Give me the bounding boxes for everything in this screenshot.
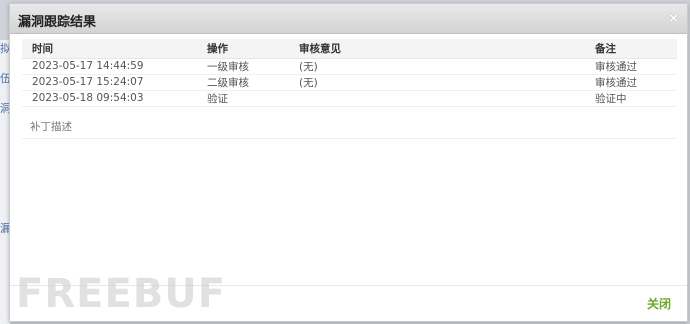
cell-action: 一级审核 bbox=[197, 58, 289, 75]
column-header-review-opinion: 审核意见 bbox=[289, 39, 585, 59]
close-button[interactable]: 关闭 bbox=[647, 295, 671, 312]
table-row: 2023-05-17 15:24:07 二级审核 (无) 审核通过 bbox=[22, 74, 677, 91]
column-header-action: 操作 bbox=[197, 39, 289, 59]
cell-review-opinion: (无) bbox=[289, 58, 585, 75]
table-row: 2023-05-17 14:44:59 一级审核 (无) 审核通过 bbox=[22, 58, 677, 75]
cell-remarks: 验证中 bbox=[585, 90, 677, 107]
cell-time: 2023-05-17 14:44:59 bbox=[22, 58, 197, 75]
table-header-row: 时间 操作 审核意见 备注 bbox=[22, 39, 677, 59]
freebuf-watermark-logo: FREEBUF bbox=[16, 271, 227, 317]
cell-remarks: 审核通过 bbox=[585, 74, 677, 91]
cell-time: 2023-05-18 09:54:03 bbox=[22, 90, 197, 107]
cell-review-opinion: (无) bbox=[289, 74, 585, 91]
cell-time: 2023-05-17 15:24:07 bbox=[22, 74, 197, 91]
cell-action: 验证 bbox=[197, 90, 289, 107]
cell-action: 二级审核 bbox=[197, 74, 289, 91]
vulnerability-tracking-dialog: 漏洞跟踪结果 × 时间 操作 审核意见 备注 2023-05-17 14:44:… bbox=[9, 3, 688, 322]
table-row: 2023-05-18 09:54:03 验证 验证中 bbox=[22, 90, 677, 107]
cell-remarks: 审核通过 bbox=[585, 58, 677, 75]
dialog-footer: FREEBUF 关闭 bbox=[10, 271, 687, 321]
patch-description-label: 补丁描述 bbox=[22, 119, 677, 139]
tracking-results-table: 时间 操作 审核意见 备注 2023-05-17 14:44:59 一级审核 (… bbox=[22, 39, 677, 107]
column-header-remarks: 备注 bbox=[585, 39, 677, 59]
dialog-content: 时间 操作 审核意见 备注 2023-05-17 14:44:59 一级审核 (… bbox=[22, 39, 677, 139]
dialog-titlebar[interactable]: 漏洞跟踪结果 × bbox=[10, 4, 687, 34]
cell-review-opinion bbox=[289, 90, 585, 107]
dialog-title: 漏洞跟踪结果 bbox=[18, 15, 97, 30]
column-header-time: 时间 bbox=[22, 39, 197, 59]
close-icon[interactable]: × bbox=[669, 10, 678, 27]
